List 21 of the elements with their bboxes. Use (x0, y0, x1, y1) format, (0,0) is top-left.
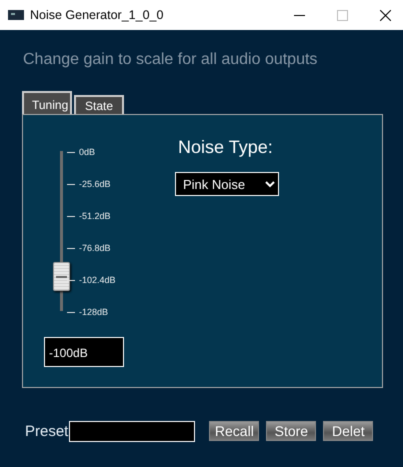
tab[interactable]: State (74, 95, 124, 114)
noise-type-label: Noise Type: (178, 137, 274, 158)
app-icon (8, 10, 24, 20)
noise-type-dropdown[interactable]: Pink Noise (175, 172, 279, 196)
preset-button[interactable]: Delet (323, 421, 374, 441)
gain-value-field[interactable]: -100dB (44, 337, 124, 367)
window-title: Noise Generator_1_0_0 (30, 8, 164, 22)
instruction-text: Change gain to scale for all audio outputs (23, 51, 318, 70)
tick-label: -51.2dB (79, 211, 111, 221)
close-icon[interactable] (380, 10, 391, 20)
slider-thumb[interactable] (53, 262, 70, 291)
tab[interactable]: Tuning (22, 91, 72, 114)
tick-label: -128dB (79, 307, 108, 317)
preset-button[interactable]: Recall (209, 421, 260, 441)
tick-label: -102.4dB (79, 275, 116, 285)
tick-label: 0dB (79, 147, 96, 157)
preset-button[interactable]: Store (266, 421, 316, 441)
preset-field[interactable] (69, 420, 196, 442)
tick-label: -76.8dB (79, 243, 111, 253)
tick-label: -25.6dB (79, 179, 111, 189)
preset-label: Preset (25, 422, 68, 440)
